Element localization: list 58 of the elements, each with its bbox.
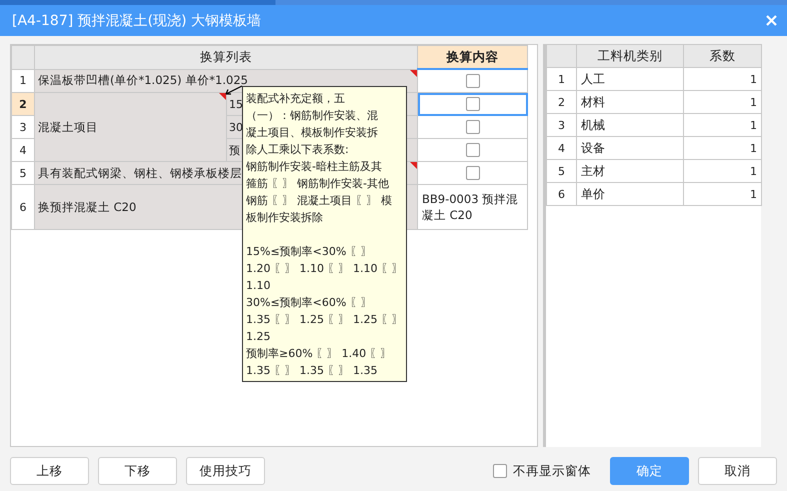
table-cell: 混凝土项目 bbox=[34, 92, 226, 162]
table-cell: 1 bbox=[684, 68, 762, 90]
row-number: 3 bbox=[546, 114, 576, 136]
table-cell: 1 bbox=[684, 114, 762, 136]
tooltip-text: 装配式补充定额，五 bbox=[246, 91, 346, 107]
dialog-button[interactable]: 取消 bbox=[698, 457, 777, 485]
row-number: 1 bbox=[546, 68, 576, 90]
checkbox[interactable] bbox=[466, 97, 480, 112]
row-number[interactable]: 4 bbox=[12, 138, 34, 162]
table-cell: 人工 bbox=[576, 68, 684, 90]
tooltip-text: 钢筋 〖〗 混凝土项目 〖〗 模 bbox=[246, 193, 393, 209]
column-header: 换算列表 bbox=[200, 48, 252, 64]
column-header: 换算内容 bbox=[446, 48, 498, 64]
tooltip-text: 除人工乘以下表系数: bbox=[246, 142, 350, 158]
table-cell: 设备 bbox=[576, 136, 684, 160]
row-number[interactable]: 6 bbox=[12, 184, 34, 230]
footer-button[interactable]: 使用技巧 bbox=[186, 457, 265, 485]
table-cell: 1 bbox=[684, 90, 762, 114]
row-number[interactable]: 2 bbox=[12, 92, 34, 116]
checkbox[interactable] bbox=[466, 143, 480, 158]
checkbox[interactable] bbox=[493, 464, 507, 478]
tooltip-text: 1.25 bbox=[246, 329, 272, 345]
tooltip-text: 15%≤预制率<30% 〖〗 bbox=[246, 244, 373, 260]
tooltip-text: 1.35 〖〗 1.35 〖〗 1.35 bbox=[246, 363, 378, 379]
row-number[interactable]: 5 bbox=[12, 162, 34, 184]
row-number: 2 bbox=[546, 90, 576, 114]
row-number: 5 bbox=[546, 160, 576, 182]
table-cell: 单价 bbox=[576, 182, 684, 206]
row-number[interactable]: 1 bbox=[12, 69, 34, 92]
tooltip-text: 1.10 bbox=[246, 278, 272, 294]
table-cell: 主材 bbox=[576, 160, 684, 182]
table-cell: 材料 bbox=[576, 90, 684, 114]
tooltip-text: 凝土项目、模板制作安装拆 bbox=[246, 125, 379, 141]
tooltip-text: 30%≤预制率<60% 〖〗 bbox=[246, 295, 373, 311]
column-header: 工料机类别 bbox=[598, 48, 662, 62]
checkbox[interactable] bbox=[466, 166, 480, 180]
column-header: 系数 bbox=[710, 48, 736, 62]
tooltip-text: 预制率≥60% 〖〗 1.40 〖〗 bbox=[246, 346, 393, 362]
row-number[interactable]: 3 bbox=[12, 116, 34, 138]
table-cell: 1 bbox=[684, 160, 762, 182]
checkbox[interactable] bbox=[466, 74, 480, 88]
pointer-arrow-icon bbox=[225, 85, 243, 95]
tooltip-text: 板制作安装拆除 bbox=[246, 210, 324, 226]
tooltip-text: 1.35 〖〗 1.25 〖〗 1.25 〖〗 bbox=[246, 312, 403, 328]
row-number: 6 bbox=[546, 182, 576, 206]
checkbox-label: 不再显示窗体 bbox=[513, 462, 591, 480]
window-title: [A4-187] 预拌混凝土(现浇) 大钢模板墙 bbox=[12, 12, 262, 30]
footer-button[interactable]: 下移 bbox=[98, 457, 177, 485]
table-cell-text: BB9-0003 预拌混凝土 C20 bbox=[422, 191, 520, 223]
table-cell: 1 bbox=[684, 136, 762, 160]
footer-button[interactable]: 上移 bbox=[10, 457, 89, 485]
checkbox[interactable] bbox=[466, 120, 480, 134]
tooltip-text: 钢筋制作安装-暗柱主筋及其 bbox=[246, 159, 383, 175]
tooltip-text: 1.20 〖〗 1.10 〖〗 1.10 〖〗 bbox=[246, 261, 403, 277]
table-cell: 机械 bbox=[576, 114, 684, 136]
row-number: 4 bbox=[546, 136, 576, 160]
close-icon[interactable] bbox=[766, 15, 777, 26]
table-cell: 1 bbox=[684, 182, 762, 206]
